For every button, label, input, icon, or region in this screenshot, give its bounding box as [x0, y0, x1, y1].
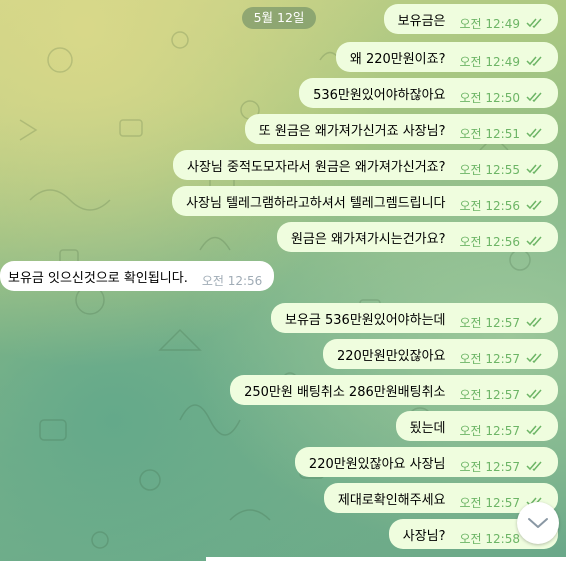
outgoing-message[interactable]: 250만원 배팅취소 286만원배팅취소 오전 12:57 — [230, 375, 558, 405]
message-meta: 오전 12:49 — [460, 53, 544, 70]
outgoing-message[interactable]: 원금은 왜가져가시는건가요? 오전 12:56 — [276, 222, 558, 252]
message-time: 오전 12:55 — [459, 162, 520, 177]
message-time: 오전 12:49 — [459, 16, 520, 31]
outgoing-message[interactable]: 됬는데 오전 12:57 — [395, 411, 558, 441]
outgoing-message[interactable]: 사장님 텔레그램하라고하셔서 텔레그렘드립니다 오전 12:56 — [172, 186, 558, 216]
message-time: 오전 12:56 — [459, 234, 520, 249]
message-meta: 오전 12:57 — [460, 350, 544, 367]
outgoing-message[interactable]: 536만원있어야하잖아요 오전 12:50 — [299, 78, 558, 108]
message-text: 됬는데 — [409, 420, 446, 436]
message-text: 536만원있어야하잖아요 — [313, 87, 446, 103]
message-meta: 오전 12:57 — [460, 314, 544, 331]
outgoing-message[interactable]: 사장님 중적도모자라서 원금은 왜가져가신거죠? 오전 12:55 — [173, 150, 558, 180]
double-check-icon — [526, 236, 542, 246]
message-meta: 오전 12:56 — [202, 272, 262, 289]
double-check-icon — [526, 164, 542, 174]
double-check-icon — [526, 353, 542, 363]
message-text: 사장님 텔레그램하라고하셔서 텔레그렘드립니다 — [186, 195, 446, 211]
message-text: 사장님? — [402, 528, 446, 544]
double-check-icon — [526, 317, 542, 327]
message-text: 제대로확인해주세요 — [337, 492, 446, 508]
chevron-down-icon — [528, 518, 548, 528]
message-time: 오전 12:57 — [459, 351, 520, 366]
message-text: 220만원만있잖아요 — [336, 348, 446, 364]
message-meta: 오전 12:49 — [460, 15, 544, 32]
message-time: 오전 12:56 — [201, 273, 263, 288]
message-time: 오전 12:51 — [459, 126, 520, 141]
double-check-icon — [526, 425, 542, 435]
message-meta: 오전 12:57 — [460, 386, 544, 403]
outgoing-message[interactable]: 왜 220만원이죠? 오전 12:49 — [335, 42, 558, 72]
message-time: 오전 12:57 — [459, 495, 520, 510]
message-text: 사장님 중적도모자라서 원금은 왜가져가신거죠? — [187, 159, 446, 175]
message-meta: 오전 12:57 — [460, 458, 544, 475]
message-text: 220만원있잖아요 사장님 — [308, 456, 446, 472]
message-time: 오전 12:50 — [459, 90, 520, 105]
double-check-icon — [526, 200, 542, 210]
message-time: 오전 12:56 — [459, 198, 520, 213]
outgoing-message[interactable]: 220만원있잖아요 사장님 오전 12:57 — [294, 447, 558, 477]
message-meta: 오전 12:56 — [460, 233, 544, 250]
message-time: 오전 12:57 — [459, 459, 520, 474]
message-text: 보유금 잇으신것으로 확인됩니다. — [8, 270, 188, 286]
double-check-icon — [526, 128, 542, 138]
outgoing-message[interactable]: 또 원금은 왜가져가신거죠 사장님? 오전 12:51 — [244, 114, 558, 144]
double-check-icon — [526, 56, 542, 66]
scroll-to-bottom-button[interactable] — [517, 502, 559, 544]
double-check-icon — [526, 18, 542, 28]
incoming-message[interactable]: 보유금 잇으신것으로 확인됩니다. 오전 12:56 — [0, 261, 275, 291]
message-meta: 오전 12:51 — [460, 125, 544, 142]
message-meta: 오전 12:50 — [460, 89, 544, 106]
double-check-icon — [526, 461, 542, 471]
date-badge: 5월 12일 — [242, 7, 316, 29]
double-check-icon — [526, 389, 542, 399]
message-time: 오전 12:49 — [459, 54, 520, 69]
double-check-icon — [526, 92, 542, 102]
message-time: 오전 12:57 — [459, 423, 520, 438]
message-time: 오전 12:57 — [459, 315, 520, 330]
message-text: 보유금은 — [397, 13, 446, 29]
message-time: 오전 12:57 — [459, 387, 520, 402]
message-text: 왜 220만원이죠? — [349, 51, 446, 67]
message-meta: 오전 12:57 — [460, 422, 544, 439]
message-text: 250만원 배팅취소 286만원배팅취소 — [244, 384, 446, 400]
outgoing-message[interactable]: 보유금 536만원있어야하는데 오전 12:57 — [271, 303, 558, 333]
message-text: 원금은 왜가져가시는건가요? — [290, 231, 446, 247]
message-meta: 오전 12:56 — [460, 197, 544, 214]
message-meta: 오전 12:55 — [460, 161, 544, 178]
message-text: 또 원금은 왜가져가신거죠 사장님? — [258, 123, 446, 139]
message-text: 보유금 536만원있어야하는데 — [285, 312, 446, 328]
message-time: 오전 12:58 — [459, 531, 520, 546]
outgoing-message[interactable]: 보유금은 오전 12:49 — [383, 4, 558, 34]
next-message-edge — [206, 557, 566, 561]
outgoing-message[interactable]: 220만원만있잖아요 오전 12:57 — [322, 339, 558, 369]
